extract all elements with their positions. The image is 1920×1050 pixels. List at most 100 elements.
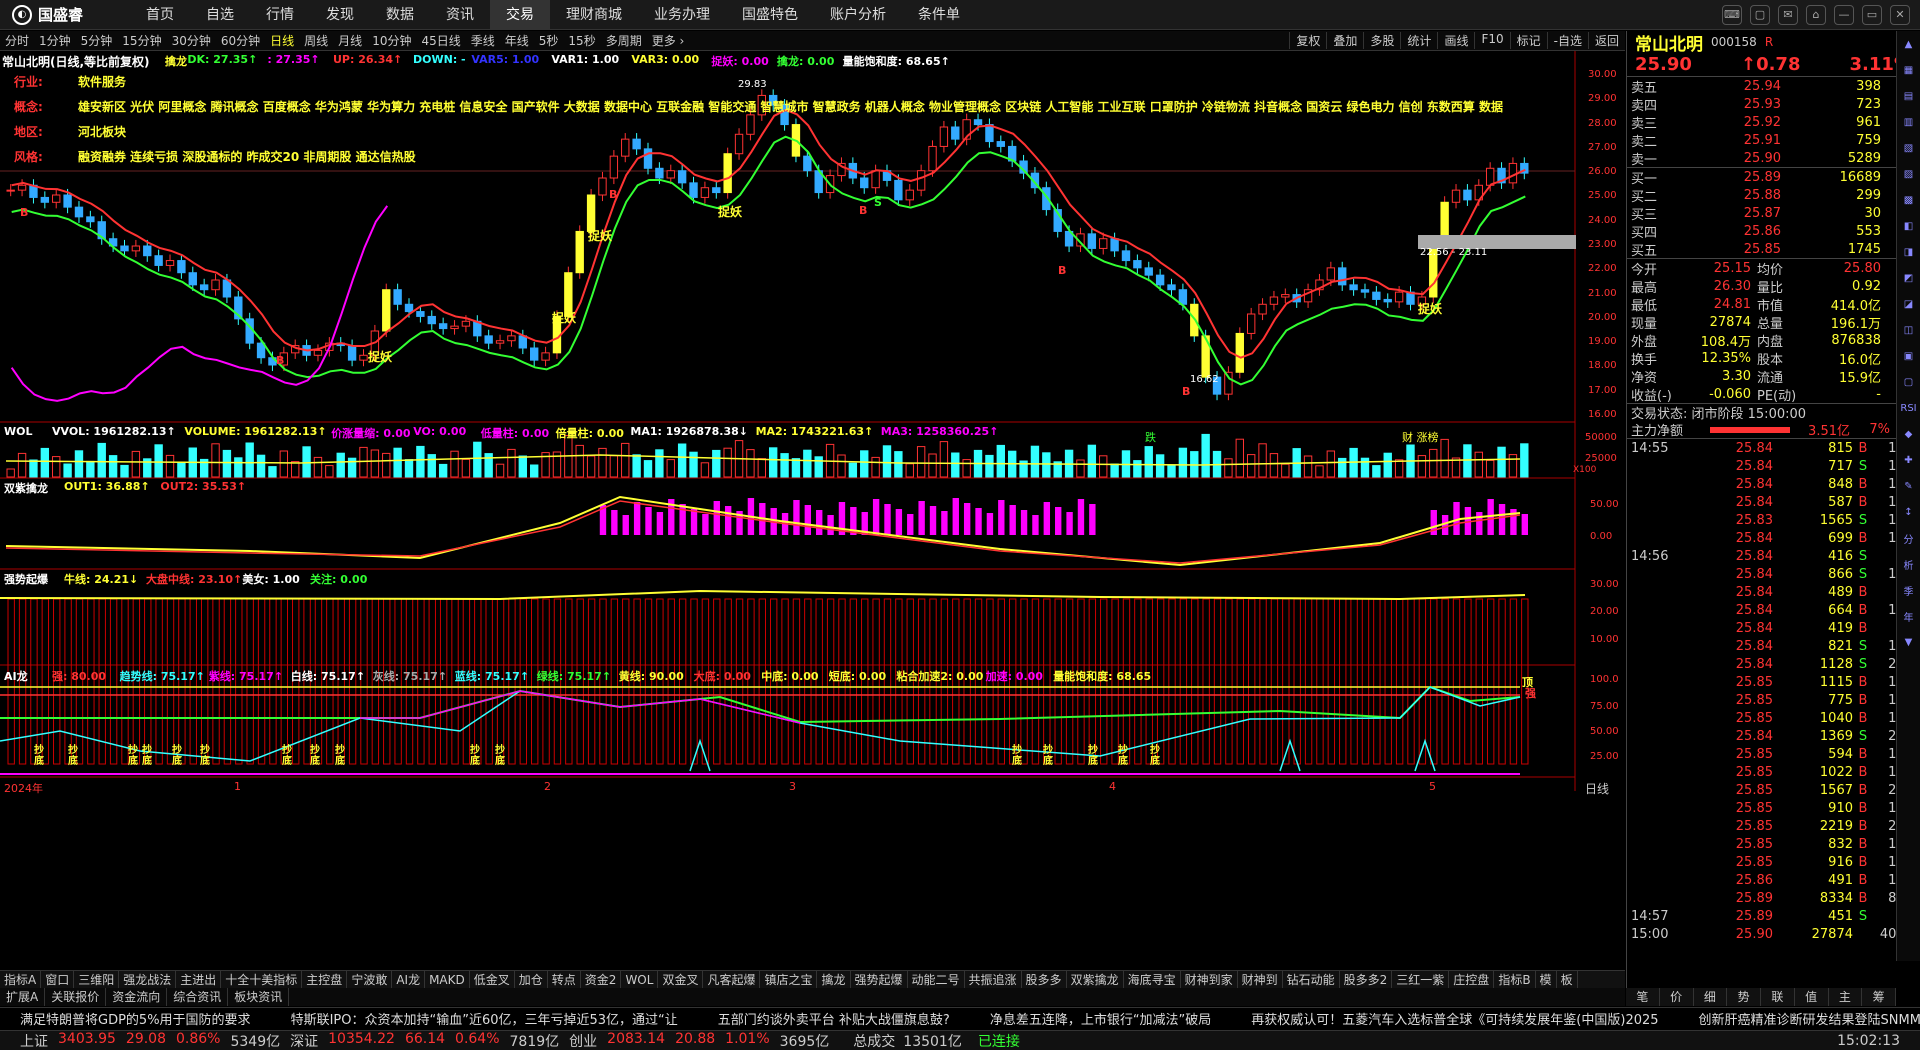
tool-button-3[interactable]: 统计 (1400, 32, 1437, 49)
period-tab-3[interactable]: 15分钟 (117, 32, 166, 49)
nav-item-9[interactable]: 国盛特色 (726, 0, 814, 30)
side-tool-icon-1[interactable]: ▦ (1897, 57, 1920, 83)
window-control-icon-5[interactable]: ▭ (1862, 4, 1882, 25)
panel-tab-2[interactable]: 细 (1694, 988, 1728, 1006)
indicator-tab-23[interactable]: 双紫擒龙 (1067, 971, 1124, 988)
indicator-tab-9[interactable]: MAKD (425, 971, 470, 988)
indicator-tab-29[interactable]: 三红一紫 (1392, 971, 1450, 988)
indicator-tab-28[interactable]: 股多多2 (1340, 971, 1393, 988)
panel-tab-7[interactable]: 筹 (1862, 988, 1896, 1006)
tool-button-7[interactable]: -自选 (1546, 32, 1588, 49)
info-tab-1[interactable]: 关联报价 (45, 988, 107, 1006)
side-tool-icon-17[interactable]: ✎ (1897, 473, 1920, 499)
indicator-tab-30[interactable]: 庄控盘 (1449, 971, 1495, 988)
news-item-1[interactable]: 特斯联IPO：众资本加持“输血”近60亿，三年亏掉近53亿，通过“让 (271, 1009, 698, 1028)
panel-tab-6[interactable]: 主 (1829, 988, 1863, 1006)
indicator-tab-10[interactable]: 低金叉 (470, 971, 515, 988)
info-tab-4[interactable]: 板块资讯 (228, 988, 290, 1006)
indicator-tab-4[interactable]: 主进出 (176, 971, 222, 988)
indicator-tab-7[interactable]: 宁波敢 (347, 971, 393, 988)
tool-button-4[interactable]: 画线 (1437, 32, 1474, 49)
indicator-tab-26[interactable]: 财神到 (1238, 971, 1283, 988)
side-tool-icon-21[interactable]: 季 (1897, 577, 1920, 603)
news-item-4[interactable]: 再获权威认可！五菱汽车入选标普全球《可持续发展年鉴(中国版)2025 (1231, 1009, 1678, 1028)
indicator-tab-15[interactable]: 双金叉 (658, 971, 704, 988)
nav-item-3[interactable]: 发现 (310, 0, 370, 30)
side-tool-icon-20[interactable]: 析 (1897, 551, 1920, 577)
indicator-tab-27[interactable]: 钻石动能 (1283, 971, 1340, 988)
info-tab-2[interactable]: 资金流向 (106, 988, 168, 1006)
period-tab-2[interactable]: 5分钟 (76, 32, 118, 49)
side-tool-icon-9[interactable]: ◩ (1897, 265, 1920, 291)
indicator-tab-19[interactable]: 强势起爆 (851, 971, 908, 988)
period-tab-13[interactable]: 5秒 (534, 32, 564, 49)
side-tool-icon-15[interactable]: ◆ (1897, 421, 1920, 447)
indicator-tab-24[interactable]: 海底寻宝 (1124, 971, 1181, 988)
nav-item-5[interactable]: 资讯 (430, 0, 490, 30)
news-item-3[interactable]: 净息差五连降，上市银行“加减法”破局 (970, 1009, 1231, 1028)
side-tool-icon-16[interactable]: ✚ (1897, 447, 1920, 473)
nav-item-6[interactable]: 交易 (490, 0, 550, 30)
candlestick-chart[interactable] (0, 51, 1625, 957)
side-tool-icon-13[interactable]: ▢ (1897, 369, 1920, 395)
tick-list[interactable]: 14:5525.84815B11825.84717S12325.84848B12… (1627, 439, 1920, 943)
indicator-tab-33[interactable]: 板 (1557, 971, 1578, 988)
indicator-tab-32[interactable]: 模 (1536, 971, 1557, 988)
side-tool-icon-14[interactable]: RSI (1897, 395, 1920, 421)
info-tab-3[interactable]: 综合资讯 (167, 988, 229, 1006)
nav-item-4[interactable]: 数据 (370, 0, 430, 30)
window-control-icon-4[interactable]: — (1834, 4, 1854, 25)
indicator-tab-8[interactable]: AI龙 (392, 971, 426, 988)
nav-item-7[interactable]: 理财商城 (550, 0, 638, 30)
panel-tab-0[interactable]: 笔 (1626, 988, 1660, 1006)
indicator-tab-3[interactable]: 强龙战法 (119, 971, 177, 988)
indicator-tab-21[interactable]: 共振追涨 (965, 971, 1022, 988)
indicator-tab-12[interactable]: 转点 (548, 971, 581, 988)
tool-button-8[interactable]: 返回 (1587, 32, 1625, 49)
side-tool-icon-12[interactable]: ▣ (1897, 343, 1920, 369)
indicator-tab-5[interactable]: 十全十美指标 (221, 971, 303, 988)
chart-area[interactable]: 常山北明(日线,等比前复权) 擒龙 DK: 27.35↑: 27.35↑ UP: 26… (0, 51, 1625, 957)
news-item-0[interactable]: 满足特朗普将GDP的5%用于国防的要求 (0, 1009, 271, 1028)
tool-button-0[interactable]: 复权 (1289, 32, 1326, 49)
period-tab-0[interactable]: 分时 (0, 32, 34, 49)
indicator-tab-16[interactable]: 凡客起爆 (703, 971, 761, 988)
panel-tab-3[interactable]: 势 (1727, 988, 1761, 1006)
period-tab-8[interactable]: 月线 (333, 32, 367, 49)
indicator-tab-25[interactable]: 财神到家 (1181, 971, 1238, 988)
panel-tab-4[interactable]: 联 (1761, 988, 1795, 1006)
side-tool-icon-10[interactable]: ◪ (1897, 291, 1920, 317)
period-tab-10[interactable]: 45日线 (416, 32, 465, 49)
side-tool-icon-2[interactable]: ▤ (1897, 83, 1920, 109)
indicator-tab-1[interactable]: 窗口 (41, 971, 75, 988)
tool-button-2[interactable]: 多股 (1363, 32, 1400, 49)
side-tool-icon-18[interactable]: ↕ (1897, 499, 1920, 525)
nav-item-0[interactable]: 首页 (130, 0, 190, 30)
side-tool-icon-11[interactable]: ◫ (1897, 317, 1920, 343)
period-tab-7[interactable]: 周线 (299, 32, 333, 49)
period-tab-16[interactable]: 更多 › (647, 32, 690, 49)
period-tab-12[interactable]: 年线 (500, 32, 534, 49)
period-tab-15[interactable]: 多周期 (601, 32, 647, 49)
news-item-2[interactable]: 五部门约谈外卖平台 补贴大战僵旗息鼓? (698, 1009, 970, 1028)
period-tab-1[interactable]: 1分钟 (34, 32, 76, 49)
side-tool-icon-22[interactable]: 年 (1897, 603, 1920, 629)
indicator-tab-13[interactable]: 资金2 (581, 971, 622, 988)
indicator-tab-20[interactable]: 动能二号 (908, 971, 965, 988)
indicator-tab-31[interactable]: 指标B (1494, 971, 1536, 988)
side-tool-icon-5[interactable]: ▨ (1897, 161, 1920, 187)
info-tab-0[interactable]: 扩展A (0, 988, 46, 1006)
side-tool-icon-0[interactable]: ▲ (1897, 31, 1920, 57)
period-tab-14[interactable]: 15秒 (563, 32, 600, 49)
window-control-icon-2[interactable]: ✉ (1778, 4, 1798, 25)
window-control-icon-1[interactable]: ▢ (1750, 4, 1770, 25)
indicator-tab-17[interactable]: 镇店之宝 (760, 971, 818, 988)
indicator-tab-14[interactable]: WOL (621, 971, 659, 988)
period-tab-9[interactable]: 10分钟 (367, 32, 416, 49)
nav-item-10[interactable]: 账户分析 (814, 0, 902, 30)
side-tool-icon-6[interactable]: ▩ (1897, 187, 1920, 213)
side-tool-icon-23[interactable]: ▼ (1897, 629, 1920, 655)
indicator-tab-11[interactable]: 加仓 (515, 971, 548, 988)
panel-tab-5[interactable]: 值 (1795, 988, 1829, 1006)
indicator-tab-0[interactable]: 指标A (0, 971, 42, 988)
